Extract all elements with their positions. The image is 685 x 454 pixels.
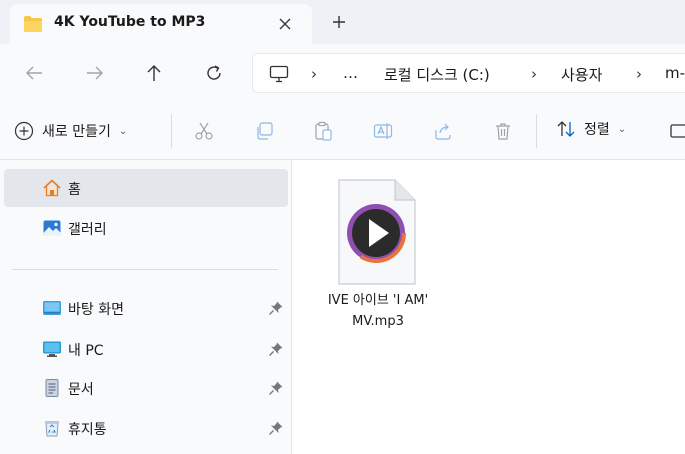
new-button[interactable]: 새로 만들기 ⌄ — [14, 116, 127, 146]
share-icon[interactable] — [431, 119, 455, 143]
pin-icon[interactable] — [268, 341, 284, 357]
rename-icon[interactable] — [371, 119, 395, 143]
back-arrow-icon[interactable] — [20, 59, 48, 87]
paste-icon[interactable] — [311, 119, 335, 143]
sidebar-item-label: 바탕 화면 — [68, 302, 124, 318]
plus-circle-icon — [14, 121, 34, 141]
refresh-icon[interactable] — [200, 59, 228, 87]
media-file-icon — [337, 178, 417, 290]
this-pc-icon — [269, 65, 289, 87]
new-button-label: 새로 만들기 — [42, 124, 111, 140]
pin-icon[interactable] — [268, 380, 284, 396]
sidebar-item-recycle-bin[interactable]: 휴지통 — [4, 409, 288, 447]
pin-icon[interactable] — [268, 300, 284, 316]
copy-icon[interactable] — [252, 119, 276, 143]
chevron-down-icon: ⌄ — [118, 125, 128, 137]
sidebar-item-desktop[interactable]: 바탕 화면 — [4, 289, 288, 327]
gallery-icon — [42, 218, 62, 238]
breadcrumb-local-disk[interactable]: 로컬 디스크 (C:) — [384, 64, 490, 85]
sidebar-item-label: 문서 — [68, 382, 94, 398]
sidebar-item-label: 홈 — [68, 182, 81, 198]
command-bar: 새로 만들기 ⌄ 정렬 ⌄ — [0, 102, 685, 160]
divider — [171, 114, 172, 148]
sidebar-item-gallery[interactable]: 갤러리 — [4, 209, 288, 247]
chevron-down-icon: ⌄ — [617, 123, 627, 135]
chevron-right-icon: › — [636, 65, 642, 83]
cut-icon[interactable] — [192, 119, 216, 143]
tab-strip: 4K YouTube to MP3 — [0, 0, 685, 44]
chevron-right-icon: › — [531, 65, 537, 83]
recycle-bin-icon — [42, 418, 62, 438]
divider — [12, 269, 278, 270]
view-icon[interactable] — [666, 119, 685, 143]
sidebar-item-documents[interactable]: 문서 — [4, 369, 288, 407]
sidebar-item-label: 갤러리 — [68, 222, 107, 238]
pc-icon — [42, 339, 62, 359]
sort-icon — [557, 121, 575, 137]
document-icon — [42, 378, 62, 398]
tab-title: 4K YouTube to MP3 — [54, 14, 206, 30]
pin-icon[interactable] — [268, 420, 284, 436]
chevron-right-icon: › — [311, 65, 317, 83]
file-view: IVE 아이브 'I AM' MV.mp3 — [293, 160, 685, 454]
delete-icon[interactable] — [491, 119, 515, 143]
home-icon — [42, 178, 62, 198]
up-arrow-icon[interactable] — [140, 59, 168, 87]
desktop-icon — [42, 298, 62, 318]
file-name: IVE 아이브 'I AM' MV.mp3 — [327, 293, 429, 329]
sidebar-item-label: 내 PC — [68, 343, 104, 359]
navigation-pane: 홈 갤러리 바탕 화면 내 PC 문서 휴지통 — [0, 160, 292, 454]
sort-button-label: 정렬 — [584, 122, 610, 138]
folder-icon — [23, 15, 43, 37]
breadcrumb-overflow[interactable]: … — [343, 64, 358, 82]
file-item[interactable]: IVE 아이브 'I AM' MV.mp3 — [317, 176, 439, 336]
sidebar-item-label: 휴지통 — [68, 422, 107, 438]
tab-active[interactable]: 4K YouTube to MP3 — [10, 4, 312, 44]
forward-arrow-icon[interactable] — [81, 59, 109, 87]
sidebar-item-home[interactable]: 홈 — [4, 169, 288, 207]
breadcrumb-users[interactable]: 사용자 — [561, 64, 602, 85]
divider — [536, 114, 537, 148]
breadcrumb-user[interactable]: m- — [665, 64, 685, 82]
address-bar[interactable]: › … 로컬 디스크 (C:) › 사용자 › m- — [252, 53, 685, 93]
navigation-bar: › … 로컬 디스크 (C:) › 사용자 › m- — [0, 44, 685, 102]
sort-button[interactable]: 정렬 ⌄ — [556, 119, 626, 139]
sidebar-item-this-pc[interactable]: 내 PC — [4, 330, 288, 368]
new-tab-icon[interactable] — [328, 11, 350, 33]
close-tab-icon[interactable] — [274, 13, 296, 35]
